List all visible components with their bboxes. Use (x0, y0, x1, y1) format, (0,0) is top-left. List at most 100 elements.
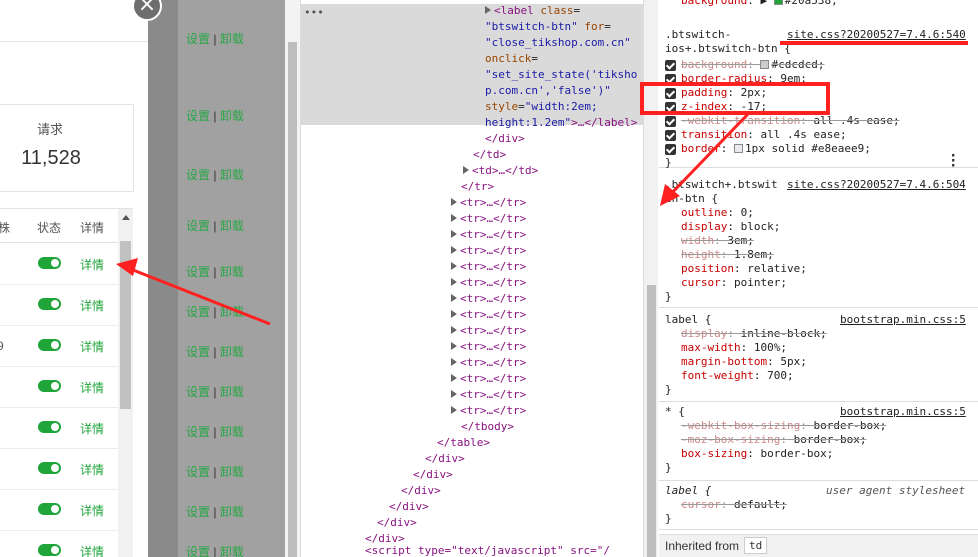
uninstall-link[interactable]: 卸载 (220, 465, 244, 479)
status-toggle[interactable] (38, 380, 61, 392)
uninstall-link[interactable]: 卸载 (220, 168, 244, 182)
dom-node-label[interactable]: <label class= (485, 3, 580, 19)
property-checkbox[interactable] (665, 130, 676, 141)
detail-link[interactable]: 详情 (80, 502, 104, 519)
expand-triangle-icon[interactable] (451, 374, 457, 382)
settings-link[interactable]: 设置 (186, 425, 210, 439)
status-toggle[interactable] (38, 503, 61, 515)
dom-node-close-div[interactable]: </div> (401, 483, 441, 499)
dom-node-close-div[interactable]: </div> (389, 499, 429, 515)
scrollbar-thumb[interactable] (288, 42, 297, 557)
css-property[interactable]: outline: 0; (681, 206, 754, 220)
status-toggle[interactable] (38, 544, 61, 556)
status-toggle[interactable] (38, 298, 61, 310)
css-property[interactable]: max-width: 100%; (681, 341, 787, 355)
status-toggle[interactable] (38, 421, 61, 433)
uninstall-link[interactable]: 卸载 (220, 305, 244, 319)
settings-link[interactable]: 设置 (186, 505, 210, 519)
css-property[interactable]: padding: 2px; (681, 86, 767, 100)
property-checkbox[interactable] (665, 88, 676, 99)
dom-node-script[interactable]: <script type="text/javascript" src="/ (365, 543, 610, 557)
expand-triangle-icon[interactable] (451, 278, 457, 286)
css-property[interactable]: width: 3em; (681, 234, 754, 248)
settings-link[interactable]: 设置 (186, 219, 210, 233)
expand-triangle-icon[interactable] (451, 246, 457, 254)
dom-node-close-td[interactable]: </td> (473, 147, 506, 163)
elements-left-scrollbar[interactable] (285, 0, 301, 557)
rule-source-link[interactable]: site.css?20200527=7.4.6:504 (787, 178, 966, 192)
dom-node-tr[interactable]: <tr>…</tr> (451, 291, 526, 307)
dom-node-close-div[interactable]: </div> (485, 131, 525, 147)
node-ellipsis-icon[interactable]: ••• (304, 6, 324, 19)
scrollbar-thumb[interactable] (647, 285, 656, 557)
css-property[interactable]: font-weight: 700; (681, 369, 794, 383)
dom-node-tr[interactable]: <tr>…</tr> (451, 195, 526, 211)
rule-source-link[interactable]: site.css?20200527=7.4.6:540 (787, 28, 966, 42)
uninstall-link[interactable]: 卸载 (220, 545, 244, 557)
property-checkbox[interactable] (665, 116, 676, 127)
dom-node-tr[interactable]: <tr>…</tr> (451, 371, 526, 387)
property-checkbox[interactable] (665, 102, 676, 113)
expand-triangle-icon[interactable] (451, 230, 457, 238)
dom-node-close-div[interactable]: </div> (413, 467, 453, 483)
dom-node-tr[interactable]: <tr>…</tr> (451, 211, 526, 227)
css-property[interactable]: -moz-box-sizing: border-box; (681, 433, 866, 447)
css-property[interactable]: margin-bottom: 5px; (681, 355, 807, 369)
table-scrollbar[interactable] (118, 209, 133, 557)
expand-triangle-icon[interactable] (451, 326, 457, 334)
expand-triangle-icon[interactable] (451, 342, 457, 350)
status-toggle[interactable] (38, 462, 61, 474)
detail-link[interactable]: 详情 (80, 420, 104, 437)
status-toggle[interactable] (38, 257, 61, 269)
elements-scrollbar[interactable] (643, 0, 658, 557)
dom-node-tr[interactable]: <tr>…</tr> (451, 355, 526, 371)
settings-link[interactable]: 设置 (186, 265, 210, 279)
property-checkbox[interactable] (665, 74, 676, 85)
detail-link[interactable]: 详情 (80, 461, 104, 478)
dom-node-close-tr[interactable]: </tr> (461, 179, 494, 195)
expand-triangle-icon[interactable] (485, 6, 491, 14)
uninstall-link[interactable]: 卸载 (220, 219, 244, 233)
uninstall-link[interactable]: 卸载 (220, 265, 244, 279)
css-property[interactable]: display: inline-block; (681, 327, 827, 341)
settings-link[interactable]: 设置 (186, 305, 210, 319)
dom-node-tr[interactable]: <tr>…</tr> (451, 227, 526, 243)
rule-source-link[interactable]: bootstrap.min.css:5 (840, 405, 966, 419)
detail-link[interactable]: 详情 (80, 379, 104, 396)
css-property[interactable]: background: #cdcdcd; (681, 58, 824, 72)
css-property[interactable]: height: 1.8em; (681, 248, 774, 262)
dom-node-tr[interactable]: <tr>…</tr> (451, 275, 526, 291)
css-property[interactable]: z-index: -17; (681, 100, 767, 114)
expand-triangle-icon[interactable] (451, 406, 457, 414)
dom-node-tr[interactable]: <tr>…</tr> (451, 243, 526, 259)
expand-triangle-icon[interactable] (451, 214, 457, 222)
css-property[interactable]: -webkit-transition: all .4s ease; (681, 114, 900, 128)
dom-node-close-tbody[interactable]: </tbody> (461, 419, 514, 435)
dom-node-tr[interactable]: <tr>…</tr> (451, 323, 526, 339)
dom-node-tr[interactable]: <tr>…</tr> (451, 387, 526, 403)
property-checkbox[interactable] (665, 60, 676, 71)
expand-triangle-icon[interactable] (463, 166, 469, 174)
color-swatch[interactable] (734, 144, 743, 153)
settings-link[interactable]: 设置 (186, 109, 210, 123)
detail-link[interactable]: 详情 (80, 297, 104, 314)
settings-link[interactable]: 设置 (186, 168, 210, 182)
css-property[interactable]: transition: all .4s ease; (681, 128, 847, 142)
expand-triangle-icon[interactable] (451, 262, 457, 270)
expand-triangle-icon[interactable] (451, 294, 457, 302)
color-swatch[interactable] (760, 60, 770, 69)
status-toggle[interactable] (38, 339, 61, 351)
uninstall-link[interactable]: 卸载 (220, 505, 244, 519)
css-property[interactable]: border-radius: 9em; (681, 72, 807, 86)
uninstall-link[interactable]: 卸载 (220, 425, 244, 439)
css-property[interactable]: cursor: default; (681, 498, 787, 512)
dom-node-close-div[interactable]: </div> (377, 515, 417, 531)
property-checkbox[interactable] (665, 144, 676, 155)
settings-link[interactable]: 设置 (186, 545, 210, 557)
dom-node-tr[interactable]: <tr>…</tr> (451, 339, 526, 355)
css-property[interactable]: border: 1px solid #e8eaee9; (681, 142, 871, 156)
settings-link[interactable]: 设置 (186, 32, 210, 46)
detail-link[interactable]: 详情 (80, 338, 104, 355)
uninstall-link[interactable]: 卸载 (220, 109, 244, 123)
dom-node-tr[interactable]: <tr>…</tr> (451, 307, 526, 323)
